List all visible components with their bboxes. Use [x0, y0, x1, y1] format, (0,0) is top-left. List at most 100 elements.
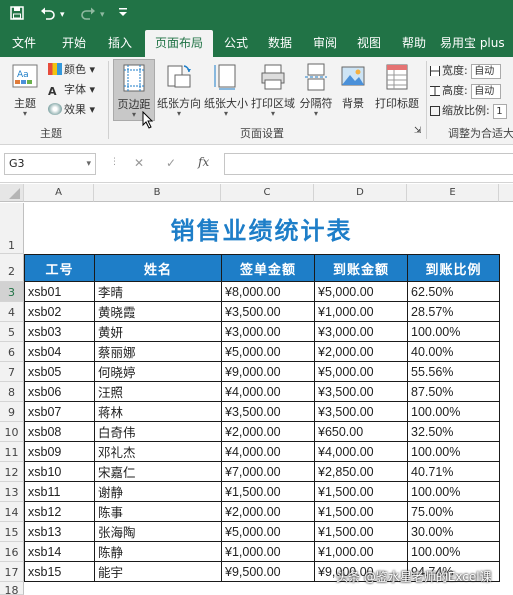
width-select[interactable]: 自动	[471, 63, 502, 79]
row-header[interactable]: 11	[0, 442, 24, 462]
column-header-f[interactable]	[499, 184, 513, 202]
cell-name[interactable]: 谢静	[94, 481, 222, 502]
cell-contract-amount[interactable]: ¥1,000.00	[221, 541, 315, 562]
cell-received-amount[interactable]: ¥650.00	[314, 421, 408, 442]
cell-received-amount[interactable]: ¥5,000.00	[314, 361, 408, 382]
column-header-e[interactable]: E	[407, 184, 499, 202]
row-header[interactable]: 16	[0, 542, 24, 562]
cell-id[interactable]: xsb10	[24, 461, 95, 482]
redo-icon[interactable]	[80, 6, 96, 24]
cell-id[interactable]: xsb04	[24, 341, 95, 362]
cell-id[interactable]: xsb12	[24, 501, 95, 522]
cell-name[interactable]: 黄妍	[94, 321, 222, 342]
effects-button[interactable]: 效果 ▾	[48, 101, 95, 119]
breaks-button[interactable]: 分隔符 ▾	[297, 59, 335, 121]
cell-name[interactable]: 李晴	[94, 281, 222, 302]
cell-name[interactable]: 蒋林	[94, 401, 222, 422]
cell-id[interactable]: xsb13	[24, 521, 95, 542]
dialog-launcher-icon[interactable]: ⇲	[414, 125, 422, 137]
enter-icon[interactable]: ✓	[166, 156, 176, 170]
chevron-down-icon[interactable]: ▾	[86, 154, 91, 174]
cell-received-amount[interactable]: ¥1,500.00	[314, 521, 408, 542]
cell-received-amount[interactable]: ¥4,000.00	[314, 441, 408, 462]
cell-received-amount[interactable]: ¥2,000.00	[314, 341, 408, 362]
cell-id[interactable]: xsb05	[24, 361, 95, 382]
cell-contract-amount[interactable]: ¥4,000.00	[221, 441, 315, 462]
cell-id[interactable]: xsb06	[24, 381, 95, 402]
scale-input[interactable]: 1	[493, 103, 508, 119]
cell-received-amount[interactable]: ¥3,500.00	[314, 381, 408, 402]
orientation-button[interactable]: 纸张方向 ▾	[156, 59, 202, 121]
redo-dropdown-icon[interactable]: ▾	[100, 6, 105, 24]
row-header[interactable]: 13	[0, 482, 24, 502]
tab-formulas[interactable]: 公式	[216, 30, 256, 57]
row-header[interactable]: 12	[0, 462, 24, 482]
cell-received-ratio[interactable]: 32.50%	[407, 421, 500, 442]
cell-id[interactable]: xsb09	[24, 441, 95, 462]
sheet-title[interactable]: 销售业绩统计表	[24, 203, 499, 254]
cell-received-amount[interactable]: ¥3,000.00	[314, 321, 408, 342]
tab-view[interactable]: 视图	[349, 30, 389, 57]
cell-contract-amount[interactable]: ¥2,000.00	[221, 501, 315, 522]
height-setting[interactable]: 高度: 自动	[430, 82, 502, 100]
cell-received-amount[interactable]: ¥2,850.00	[314, 461, 408, 482]
header-cell-id[interactable]: 工号	[24, 254, 95, 282]
cell-name[interactable]: 何晓婷	[94, 361, 222, 382]
cell-id[interactable]: xsb03	[24, 321, 95, 342]
cell-received-ratio[interactable]: 100.00%	[407, 401, 500, 422]
row-header[interactable]: 6	[0, 342, 24, 362]
cell-id[interactable]: xsb08	[24, 421, 95, 442]
row-header[interactable]: 7	[0, 362, 24, 382]
cell-received-amount[interactable]: ¥1,500.00	[314, 481, 408, 502]
cell-received-ratio[interactable]: 75.00%	[407, 501, 500, 522]
colors-button[interactable]: 颜色 ▾	[48, 61, 95, 79]
cancel-icon[interactable]: ✕	[134, 156, 144, 170]
cell-id[interactable]: xsb11	[24, 481, 95, 502]
tab-home[interactable]: 开始	[52, 30, 96, 57]
cell-id[interactable]: xsb14	[24, 541, 95, 562]
cell-contract-amount[interactable]: ¥7,000.00	[221, 461, 315, 482]
cell-received-ratio[interactable]: 100.00%	[407, 321, 500, 342]
row-header[interactable]: 8	[0, 382, 24, 402]
cell-name[interactable]: 能宇	[94, 561, 222, 582]
column-header-d[interactable]: D	[314, 184, 407, 202]
header-cell-received-amount[interactable]: 到账金额	[314, 254, 408, 282]
save-icon[interactable]	[10, 6, 24, 24]
tab-help[interactable]: 帮助	[394, 30, 434, 57]
insert-function-icon[interactable]: fx	[198, 155, 209, 169]
cell-contract-amount[interactable]: ¥9,000.00	[221, 361, 315, 382]
cell-contract-amount[interactable]: ¥9,500.00	[221, 561, 315, 582]
row-header[interactable]: 18	[0, 582, 24, 595]
background-button[interactable]: 背景	[336, 59, 370, 121]
cell-contract-amount[interactable]: ¥5,000.00	[221, 341, 315, 362]
cell-received-ratio[interactable]: 62.50%	[407, 281, 500, 302]
size-button[interactable]: 纸张大小 ▾	[203, 59, 249, 121]
cell-name[interactable]: 白奇伟	[94, 421, 222, 442]
cell-received-amount[interactable]: ¥3,500.00	[314, 401, 408, 422]
cell-name[interactable]: 宋嘉仁	[94, 461, 222, 482]
row-header[interactable]: 9	[0, 402, 24, 422]
fonts-button[interactable]: A 字体 ▾	[48, 81, 95, 99]
name-box[interactable]: G3 ▾	[4, 153, 96, 175]
row-header[interactable]: 10	[0, 422, 24, 442]
cell-name[interactable]: 蔡丽娜	[94, 341, 222, 362]
column-header-a[interactable]: A	[24, 184, 94, 202]
cell-id[interactable]: xsb02	[24, 301, 95, 322]
cell-id[interactable]: xsb07	[24, 401, 95, 422]
row-header[interactable]: 14	[0, 502, 24, 522]
formula-input[interactable]	[224, 153, 513, 175]
cell-received-ratio[interactable]: 100.00%	[407, 481, 500, 502]
cell-received-ratio[interactable]: 100.00%	[407, 541, 500, 562]
cell-received-ratio[interactable]: 87.50%	[407, 381, 500, 402]
row-header[interactable]: 1	[0, 203, 24, 254]
cell-contract-amount[interactable]: ¥4,000.00	[221, 381, 315, 402]
cell-name[interactable]: 黄晓霞	[94, 301, 222, 322]
width-setting[interactable]: 宽度: 自动	[430, 62, 502, 80]
print-titles-button[interactable]: 打印标题	[372, 59, 422, 121]
tab-insert[interactable]: 插入	[99, 30, 141, 57]
select-all-corner[interactable]	[0, 184, 24, 202]
undo-icon[interactable]	[40, 6, 56, 24]
column-header-c[interactable]: C	[221, 184, 314, 202]
cell-id[interactable]: xsb15	[24, 561, 95, 582]
cell-received-ratio[interactable]: 40.71%	[407, 461, 500, 482]
